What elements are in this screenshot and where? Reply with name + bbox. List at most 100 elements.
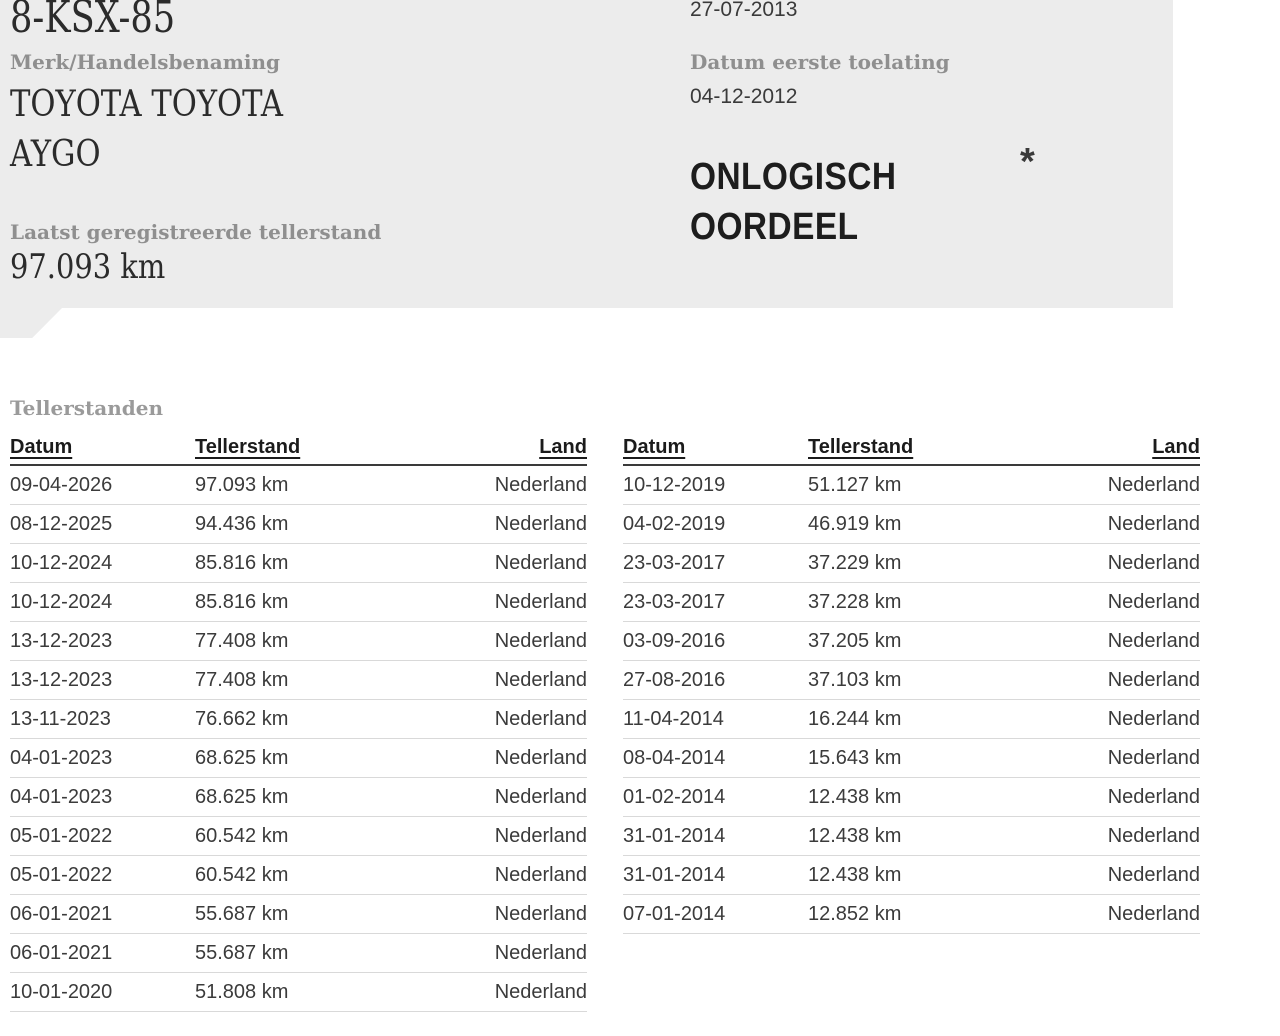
table-header: Datum Tellerstand Land — [623, 436, 1200, 465]
cell-tellerstand: 37.205 km — [808, 622, 1030, 661]
cell-land: Nederland — [1030, 661, 1200, 700]
table-row: 06-01-2021 55.687 km Nederland — [10, 895, 587, 934]
odometer-table-left: Datum Tellerstand Land 09-04-2026 97.093… — [10, 436, 587, 1012]
column-header-land: Land — [1030, 436, 1200, 465]
cell-tellerstand: 77.408 km — [195, 622, 417, 661]
cell-datum: 05-01-2022 — [10, 856, 195, 895]
table-row: 31-01-2014 12.438 km Nederland — [623, 856, 1200, 895]
cell-datum: 09-04-2026 — [10, 465, 195, 505]
table-row: 01-02-2014 12.438 km Nederland — [623, 778, 1200, 817]
cell-land: Nederland — [1030, 544, 1200, 583]
column-header-datum: Datum — [623, 436, 808, 465]
cell-tellerstand: 37.229 km — [808, 544, 1030, 583]
table-body: 09-04-2026 97.093 km Nederland 08-12-202… — [10, 465, 587, 1012]
column-header-datum: Datum — [10, 436, 195, 465]
header-row: Datum Tellerstand Land — [623, 436, 1200, 465]
last-odometer-value: 97.093 km — [10, 246, 165, 288]
brand-value: TOYOTA TOYOTA AYGO — [10, 80, 367, 180]
column-header-tellerstand: Tellerstand — [195, 436, 417, 465]
cell-datum: 10-12-2024 — [10, 583, 195, 622]
cell-land: Nederland — [1030, 465, 1200, 505]
table-row: 05-01-2022 60.542 km Nederland — [10, 817, 587, 856]
cell-tellerstand: 55.687 km — [195, 934, 417, 973]
cell-datum: 06-01-2021 — [10, 934, 195, 973]
column-header-land: Land — [417, 436, 587, 465]
table-row: 11-04-2014 16.244 km Nederland — [623, 700, 1200, 739]
odometer-table-right: Datum Tellerstand Land 10-12-2019 51.127… — [623, 436, 1200, 934]
cell-tellerstand: 77.408 km — [195, 661, 417, 700]
license-plate: 8-KSX-85 — [10, 0, 175, 43]
cell-land: Nederland — [417, 739, 587, 778]
cell-land: Nederland — [417, 934, 587, 973]
cell-datum: 10-12-2024 — [10, 544, 195, 583]
cell-datum: 08-04-2014 — [623, 739, 808, 778]
cell-datum: 13-12-2023 — [10, 661, 195, 700]
cell-datum: 27-08-2016 — [623, 661, 808, 700]
cell-datum: 10-12-2019 — [623, 465, 808, 505]
cell-datum: 11-04-2014 — [623, 700, 808, 739]
cell-datum: 13-11-2023 — [10, 700, 195, 739]
cell-land: Nederland — [417, 700, 587, 739]
cell-tellerstand: 37.103 km — [808, 661, 1030, 700]
cell-land: Nederland — [417, 465, 587, 505]
cell-land: Nederland — [1030, 856, 1200, 895]
table-row: 03-09-2016 37.205 km Nederland — [623, 622, 1200, 661]
column-header-tellerstand: Tellerstand — [808, 436, 1030, 465]
table-row: 13-11-2023 76.662 km Nederland — [10, 700, 587, 739]
cell-tellerstand: 12.438 km — [808, 817, 1030, 856]
cell-datum: 05-01-2022 — [10, 817, 195, 856]
cell-land: Nederland — [417, 505, 587, 544]
panel-pointer-notch — [0, 308, 62, 338]
table-row: 23-03-2017 37.229 km Nederland — [623, 544, 1200, 583]
top-right-date: 27-07-2013 — [690, 0, 797, 22]
table-row: 07-01-2014 12.852 km Nederland — [623, 895, 1200, 934]
cell-tellerstand: 12.438 km — [808, 856, 1030, 895]
table-row: 04-01-2023 68.625 km Nederland — [10, 739, 587, 778]
table-row: 10-12-2019 51.127 km Nederland — [623, 465, 1200, 505]
cell-datum: 31-01-2014 — [623, 856, 808, 895]
vehicle-summary-panel: 8-KSX-85 Merk/Handelsbenaming TOYOTA TOY… — [0, 0, 1173, 308]
cell-datum: 10-01-2020 — [10, 973, 195, 1012]
cell-land: Nederland — [417, 778, 587, 817]
cell-land: Nederland — [417, 856, 587, 895]
table-row: 05-01-2022 60.542 km Nederland — [10, 856, 587, 895]
cell-land: Nederland — [417, 622, 587, 661]
cell-tellerstand: 16.244 km — [808, 700, 1030, 739]
cell-land: Nederland — [417, 895, 587, 934]
table-row: 06-01-2021 55.687 km Nederland — [10, 934, 587, 973]
cell-tellerstand: 85.816 km — [195, 583, 417, 622]
cell-land: Nederland — [1030, 700, 1200, 739]
cell-land: Nederland — [1030, 622, 1200, 661]
cell-tellerstand: 46.919 km — [808, 505, 1030, 544]
table-row: 10-12-2024 85.816 km Nederland — [10, 583, 587, 622]
table-header: Datum Tellerstand Land — [10, 436, 587, 465]
verdict-text: ONLOGISCH OORDEEL — [690, 152, 963, 252]
cell-tellerstand: 37.228 km — [808, 583, 1030, 622]
section-title-tellerstanden: Tellerstanden — [10, 396, 163, 420]
cell-datum: 08-12-2025 — [10, 505, 195, 544]
cell-land: Nederland — [1030, 583, 1200, 622]
cell-land: Nederland — [417, 817, 587, 856]
cell-datum: 01-02-2014 — [623, 778, 808, 817]
cell-tellerstand: 51.808 km — [195, 973, 417, 1012]
table-row: 13-12-2023 77.408 km Nederland — [10, 661, 587, 700]
first-admission-label: Datum eerste toelating — [690, 50, 950, 74]
table-row: 04-01-2023 68.625 km Nederland — [10, 778, 587, 817]
cell-tellerstand: 51.127 km — [808, 465, 1030, 505]
cell-tellerstand: 15.643 km — [808, 739, 1030, 778]
cell-tellerstand: 12.438 km — [808, 778, 1030, 817]
cell-land: Nederland — [417, 973, 587, 1012]
cell-land: Nederland — [1030, 895, 1200, 934]
cell-tellerstand: 60.542 km — [195, 856, 417, 895]
cell-land: Nederland — [1030, 505, 1200, 544]
cell-land: Nederland — [1030, 778, 1200, 817]
table-row: 09-04-2026 97.093 km Nederland — [10, 465, 587, 505]
cell-datum: 06-01-2021 — [10, 895, 195, 934]
cell-tellerstand: 97.093 km — [195, 465, 417, 505]
table-row: 10-12-2024 85.816 km Nederland — [10, 544, 587, 583]
table-body: 10-12-2019 51.127 km Nederland 04-02-201… — [623, 465, 1200, 934]
table-row: 23-03-2017 37.228 km Nederland — [623, 583, 1200, 622]
cell-datum: 04-02-2019 — [623, 505, 808, 544]
cell-land: Nederland — [417, 661, 587, 700]
first-admission-value: 04-12-2012 — [690, 84, 797, 109]
